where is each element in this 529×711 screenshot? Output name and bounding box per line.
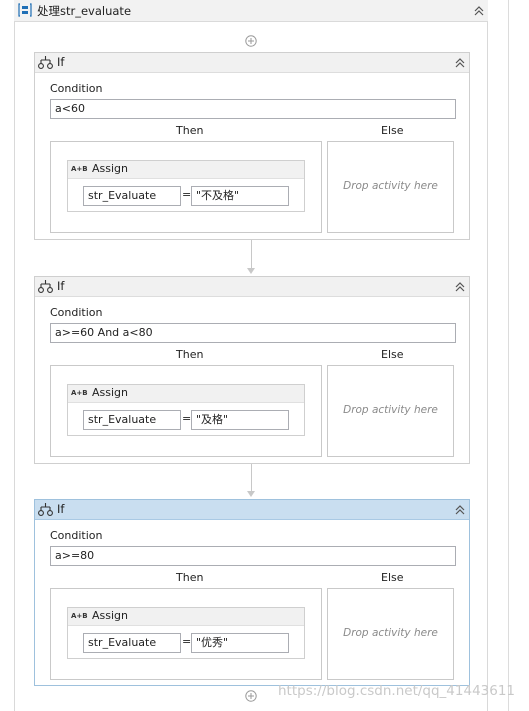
if-header[interactable]: If	[35, 500, 469, 520]
if-icon	[38, 280, 53, 293]
if-icon	[38, 56, 53, 69]
drop-placeholder: Drop activity here	[343, 180, 438, 192]
watermark-text: https://blog.csdn.net/qq_41443611	[278, 683, 516, 699]
sequence-border-left	[14, 22, 15, 711]
if-activity-3[interactable]: If Condition a>=80 Then Else A+B Assign …	[34, 499, 470, 686]
assign-activity[interactable]: A+B Assign str_Evaluate = "及格"	[67, 384, 305, 436]
else-branch[interactable]: Drop activity here	[327, 141, 454, 233]
add-activity-icon[interactable]	[245, 35, 257, 47]
connector-line	[251, 240, 252, 268]
equals-sign: =	[182, 188, 192, 201]
assign-header[interactable]: A+B Assign	[68, 161, 304, 179]
then-label: Then	[176, 124, 204, 137]
collapse-icon[interactable]	[472, 4, 486, 18]
if-activity-1[interactable]: If Condition a<60 Then Else A+B Assign s…	[34, 52, 470, 240]
assign-icon: A+B	[71, 389, 88, 397]
condition-input[interactable]: a<60	[50, 99, 456, 119]
if-title: If	[57, 502, 65, 516]
assign-to-field[interactable]: str_Evaluate	[83, 410, 181, 430]
condition-label: Condition	[50, 306, 103, 319]
else-branch[interactable]: Drop activity here	[327, 365, 454, 457]
else-branch[interactable]: Drop activity here	[327, 588, 454, 680]
sequence-icon	[18, 3, 32, 17]
sequence-title: 处理str_evaluate	[37, 4, 132, 18]
assign-value-field[interactable]: "及格"	[191, 410, 289, 430]
equals-sign: =	[182, 635, 192, 648]
collapse-icon[interactable]	[453, 56, 467, 70]
condition-input[interactable]: a>=80	[50, 546, 456, 566]
condition-label: Condition	[50, 82, 103, 95]
condition-input[interactable]: a>=60 And a<80	[50, 323, 456, 343]
then-label: Then	[176, 571, 204, 584]
assign-header[interactable]: A+B Assign	[68, 608, 304, 626]
else-label: Else	[381, 124, 404, 137]
if-icon	[38, 503, 53, 516]
equals-sign: =	[182, 412, 192, 425]
condition-label: Condition	[50, 529, 103, 542]
drop-placeholder: Drop activity here	[343, 404, 438, 416]
assign-activity[interactable]: A+B Assign str_Evaluate = "不及格"	[67, 160, 305, 212]
assign-icon: A+B	[71, 165, 88, 173]
then-label: Then	[176, 348, 204, 361]
connector-line	[251, 464, 252, 491]
collapse-icon[interactable]	[453, 503, 467, 517]
sequence-border-right	[487, 22, 488, 711]
assign-to-field[interactable]: str_Evaluate	[83, 186, 181, 206]
if-header[interactable]: If	[35, 277, 469, 297]
assign-title: Assign	[92, 609, 128, 622]
else-label: Else	[381, 571, 404, 584]
sequence-header[interactable]: 处理str_evaluate	[14, 0, 488, 22]
then-branch[interactable]: A+B Assign str_Evaluate = "不及格"	[50, 141, 322, 233]
assign-title: Assign	[92, 386, 128, 399]
if-title: If	[57, 279, 65, 293]
scroll-divider	[508, 0, 509, 711]
arrow-down-icon	[247, 268, 255, 274]
if-title: If	[57, 55, 65, 69]
then-branch[interactable]: A+B Assign str_Evaluate = "及格"	[50, 365, 322, 457]
if-activity-2[interactable]: If Condition a>=60 And a<80 Then Else A+…	[34, 276, 470, 464]
assign-title: Assign	[92, 162, 128, 175]
assign-value-field[interactable]: "优秀"	[191, 633, 289, 653]
assign-header[interactable]: A+B Assign	[68, 385, 304, 403]
drop-placeholder: Drop activity here	[343, 627, 438, 639]
assign-activity[interactable]: A+B Assign str_Evaluate = "优秀"	[67, 607, 305, 659]
assign-to-field[interactable]: str_Evaluate	[83, 633, 181, 653]
else-label: Else	[381, 348, 404, 361]
then-branch[interactable]: A+B Assign str_Evaluate = "优秀"	[50, 588, 322, 680]
add-activity-icon[interactable]	[245, 690, 257, 702]
arrow-down-icon	[247, 491, 255, 497]
assign-value-field[interactable]: "不及格"	[191, 186, 289, 206]
if-header[interactable]: If	[35, 53, 469, 73]
assign-icon: A+B	[71, 612, 88, 620]
collapse-icon[interactable]	[453, 280, 467, 294]
